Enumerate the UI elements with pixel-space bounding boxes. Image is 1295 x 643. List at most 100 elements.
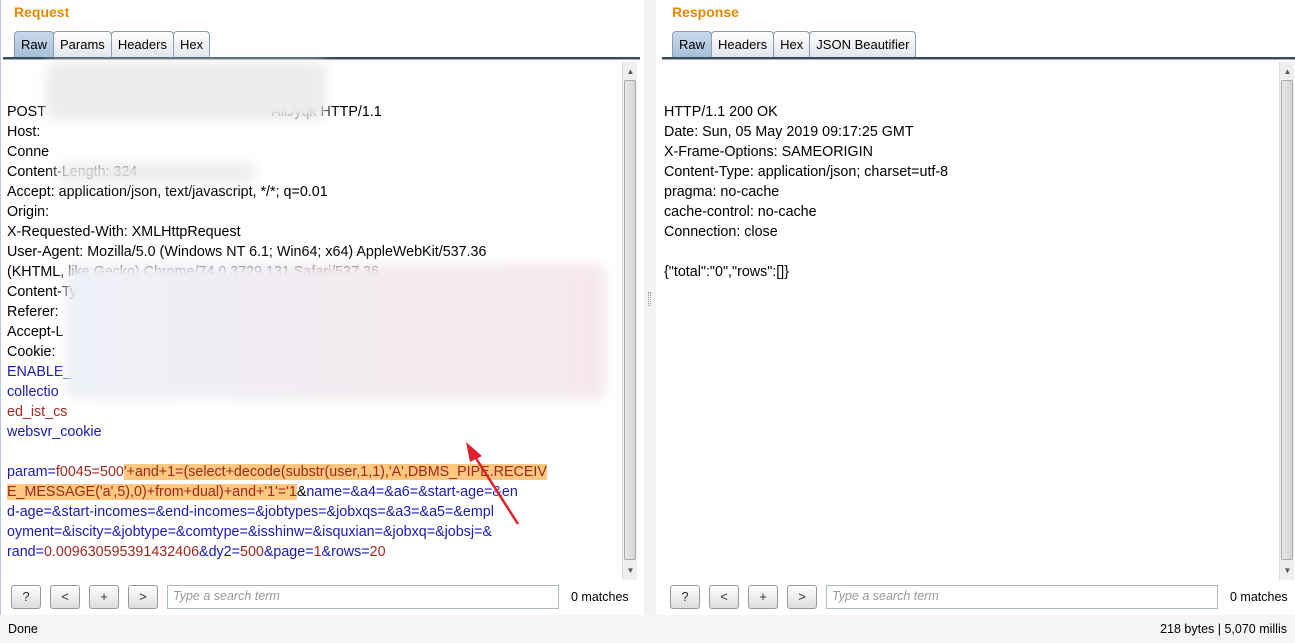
request-scrollbar[interactable]: ▲ ▼ [622, 62, 637, 580]
request-tabs: Raw Params Headers Hex [14, 31, 211, 57]
text-line: {"total":"0","rows":[]} [662, 262, 1294, 282]
text-segment: =& [484, 484, 502, 500]
help-button[interactable]: ? [11, 585, 41, 609]
tab-hex[interactable]: Hex [172, 31, 211, 57]
response-scrollbar[interactable]: ▲ ▼ [1279, 62, 1294, 580]
search-input[interactable]: Type a search term [167, 585, 559, 609]
text-segment: rows [331, 544, 362, 560]
text-segment: start-age [427, 484, 485, 500]
text-segment: Accept-L [7, 324, 64, 340]
text-segment: =& [375, 484, 394, 500]
text-segment: jobxq [392, 524, 427, 540]
text-segment: jobtype [121, 524, 168, 540]
text-segment: =& [247, 504, 265, 520]
text-segment: & [321, 544, 332, 560]
text-line: Accept: application/json, text/javascrip… [5, 182, 637, 202]
text-segment: page [273, 544, 306, 560]
text-segment: =& [409, 484, 428, 500]
redaction-blur [56, 164, 256, 182]
status-bar: Done 218 bytes | 5,070 millis [0, 615, 1295, 640]
highlighted-payload: '+and+1=(select+decode(substr(user,1,1),… [123, 464, 547, 480]
text-segment: ed_ist_cs [7, 404, 68, 420]
text-segment: =& [43, 504, 62, 520]
highlighted-payload: E_MESSAGE('a',5),0)+from+dual)+and+'1'='… [7, 484, 297, 500]
tab-params[interactable]: Params [53, 31, 112, 57]
text-segment: = [231, 544, 240, 560]
response-editor[interactable]: HTTP/1.1 200 OK Date: Sun, 05 May 2019 09… [662, 62, 1294, 580]
text-segment: Accept: application/json, text/javascrip… [7, 184, 328, 200]
scroll-up-icon[interactable]: ▲ [623, 64, 637, 79]
text-segment: a5 [429, 504, 445, 520]
redaction-blur [66, 264, 606, 399]
next-button[interactable]: > [128, 585, 158, 609]
text-line: Conne [5, 142, 637, 162]
redaction-blur [46, 62, 326, 120]
text-segment: param [7, 464, 48, 480]
text-line: User-Agent: Mozilla/5.0 (Windows NT 6.1;… [5, 242, 637, 262]
pane-splitter[interactable] [644, 0, 656, 615]
text-segment: cache-control: no-cache [664, 204, 817, 220]
text-segment: isshinw [257, 524, 305, 540]
tab-raw[interactable]: Raw [672, 31, 713, 57]
text-segment: = [361, 544, 370, 560]
text-segment: =& [374, 524, 393, 540]
text-line: Date: Sun, 05 May 2019 09:17:25 GMT [662, 122, 1294, 142]
text-segment: User-Agent: Mozilla/5.0 (Windows NT 6.1;… [7, 244, 487, 260]
text-segment: =& [377, 504, 396, 520]
scroll-up-icon[interactable]: ▲ [1280, 64, 1294, 79]
text-segment: =& [103, 524, 122, 540]
text-segment: 500 [240, 544, 264, 560]
tab-raw[interactable]: Raw [14, 31, 55, 57]
text-segment: ENABLE_ [7, 364, 72, 380]
text-segment: empl [462, 504, 494, 520]
tab-headers[interactable]: Headers [711, 31, 775, 57]
text-line: pragma: no-cache [662, 182, 1294, 202]
text-segment: dy2 [208, 544, 232, 560]
text-segment: jobxqs [336, 504, 378, 520]
text-line [5, 442, 637, 462]
tab-headers[interactable]: Headers [110, 31, 174, 57]
text-segment: & [199, 544, 209, 560]
response-stats: 218 bytes | 5,070 millis [1160, 622, 1287, 636]
text-segment: jobtypes [264, 504, 319, 520]
response-title: Response [672, 4, 739, 20]
status-text: Done [8, 622, 38, 636]
text-line: d-age=&start-incomes=&end-incomes=&jobty… [5, 502, 637, 522]
add-button[interactable]: + [748, 585, 778, 609]
text-segment: isquxian [322, 524, 375, 540]
text-segment: Content-Type: application/json; charset=… [664, 164, 949, 180]
match-count: 0 matches [1230, 590, 1288, 604]
text-segment: 1 [313, 544, 322, 560]
text-segment: oyment [7, 524, 54, 540]
text-line: E_MESSAGE('a',5),0)+from+dual)+and+'1'='… [5, 482, 637, 502]
text-segment: pragma: no-cache [664, 184, 780, 200]
text-segment: & [263, 544, 274, 560]
previous-button[interactable]: < [50, 585, 80, 609]
request-title: Request [14, 4, 70, 20]
text-segment: end-incomes [165, 504, 248, 520]
tab-hex[interactable]: Hex [773, 31, 811, 57]
add-button[interactable]: + [89, 585, 119, 609]
text-segment: Conne [7, 144, 50, 160]
help-button[interactable]: ? [670, 585, 700, 609]
text-segment: POST [7, 104, 50, 120]
text-segment: jobsj [444, 524, 475, 540]
search-input[interactable]: Type a search term [826, 585, 1218, 609]
scroll-down-icon[interactable]: ▼ [623, 563, 637, 578]
response-tabs: Raw Headers Hex JSON Beautifier [672, 31, 917, 57]
text-segment: =& [147, 504, 166, 520]
tab-json-beautifier[interactable]: JSON Beautifier [809, 31, 917, 57]
text-segment: =& [318, 504, 337, 520]
text-segment: X-Frame-Options: SAMEORIGIN [664, 144, 873, 160]
text-segment: = [35, 544, 44, 560]
text-segment: & [296, 484, 307, 500]
text-line: param=f0045=500'+and+1=(select+decode(su… [5, 462, 637, 482]
text-segment: f0045=500 [55, 464, 124, 480]
previous-button[interactable]: < [709, 585, 739, 609]
text-segment: Cookie: [7, 344, 60, 360]
text-segment: 20 [369, 544, 386, 560]
next-button[interactable]: > [787, 585, 817, 609]
scroll-down-icon[interactable]: ▼ [1280, 563, 1294, 578]
request-search-bar: ? < + > Type a search term 0 matches [11, 583, 640, 611]
text-segment: =& [53, 524, 72, 540]
